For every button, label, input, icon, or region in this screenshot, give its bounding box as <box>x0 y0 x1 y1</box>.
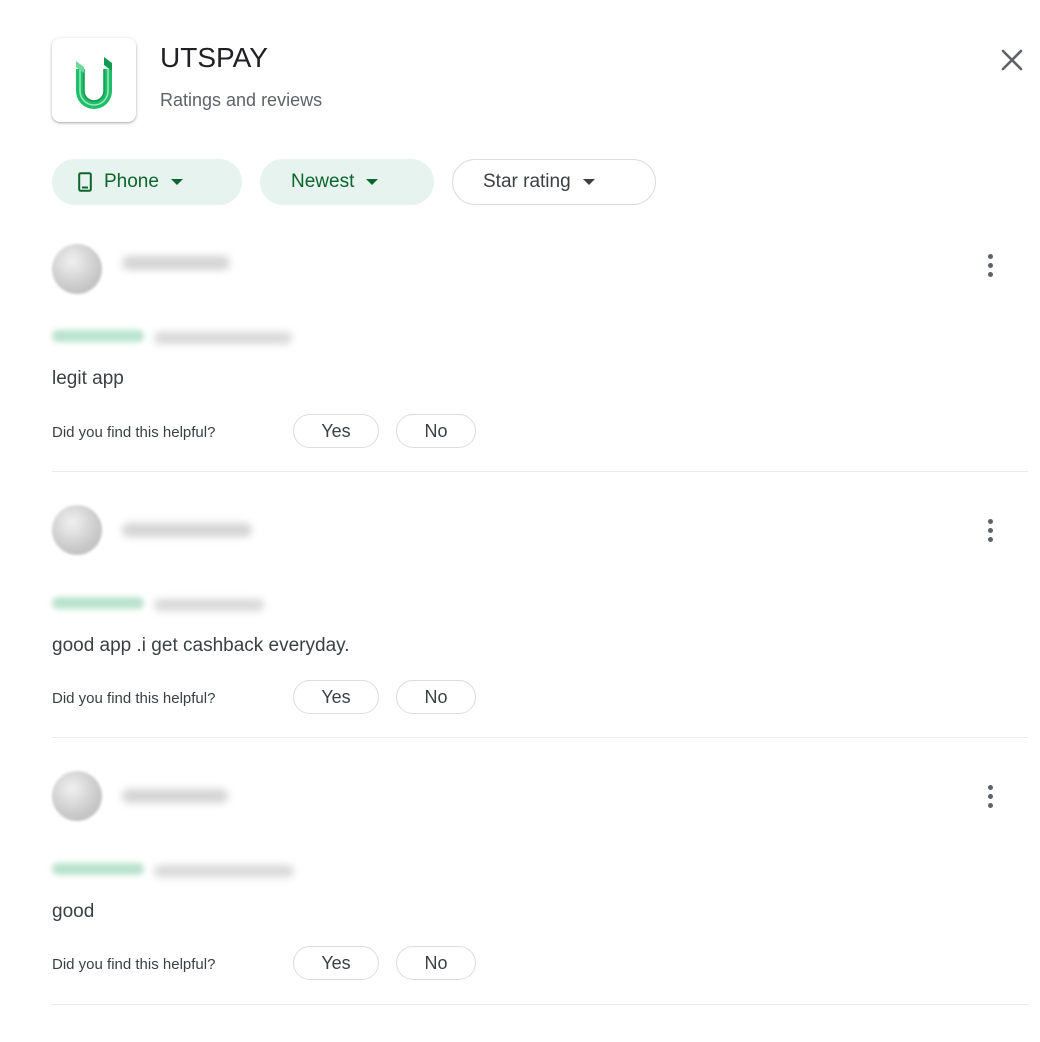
helpful-yes-button[interactable]: Yes <box>293 680 379 714</box>
helpful-prompt: Did you find this helpful? <box>52 424 216 441</box>
review-text: legit app <box>52 368 124 389</box>
dialog-header: UTSPAY Ratings and reviews <box>52 38 1032 128</box>
review-text: good app .i get cashback everyday. <box>52 635 350 656</box>
chevron-down-icon <box>366 179 379 185</box>
helpful-no-button[interactable]: No <box>396 414 476 448</box>
filter-device-chip[interactable]: Phone <box>52 159 242 205</box>
helpful-yes-button[interactable]: Yes <box>293 414 379 448</box>
review-date-blurred <box>154 865 294 877</box>
more-options-icon[interactable] <box>978 250 1002 280</box>
review-date-blurred <box>154 599 264 611</box>
filter-bar: Phone Newest Star rating <box>52 159 656 205</box>
avatar <box>52 505 102 555</box>
divider <box>52 471 1028 472</box>
filter-sort-label: Newest <box>291 171 355 192</box>
more-options-icon[interactable] <box>978 781 1002 811</box>
review-date-blurred <box>154 332 292 344</box>
avatar <box>52 771 102 821</box>
filter-star-chip[interactable]: Star rating <box>452 159 656 205</box>
chevron-down-icon <box>170 179 183 185</box>
helpful-prompt: Did you find this helpful? <box>52 956 216 973</box>
avatar <box>52 244 102 294</box>
filter-device-label: Phone <box>104 171 159 192</box>
review-text: good <box>52 901 95 922</box>
star-rating <box>52 863 144 875</box>
star-rating <box>52 330 144 342</box>
filter-sort-chip[interactable]: Newest <box>260 159 434 205</box>
helpful-no-button[interactable]: No <box>396 946 476 980</box>
helpful-prompt: Did you find this helpful? <box>52 690 216 707</box>
app-logo-icon <box>52 38 136 122</box>
helpful-no-button[interactable]: No <box>396 680 476 714</box>
chevron-down-icon <box>582 179 595 185</box>
close-button[interactable] <box>992 40 1032 80</box>
page-subtitle: Ratings and reviews <box>160 90 323 110</box>
app-title: UTSPAY <box>160 42 268 73</box>
reviewer-name-blurred <box>122 523 252 537</box>
star-rating <box>52 597 144 609</box>
close-icon <box>1001 49 1023 71</box>
phone-icon <box>78 172 92 192</box>
helpful-yes-button[interactable]: Yes <box>293 946 379 980</box>
reviewer-name-blurred <box>122 789 228 803</box>
reviewer-name-blurred <box>122 256 230 270</box>
filter-star-label: Star rating <box>483 171 571 192</box>
divider <box>52 737 1028 738</box>
divider <box>52 1004 1028 1005</box>
more-options-icon[interactable] <box>978 515 1002 545</box>
